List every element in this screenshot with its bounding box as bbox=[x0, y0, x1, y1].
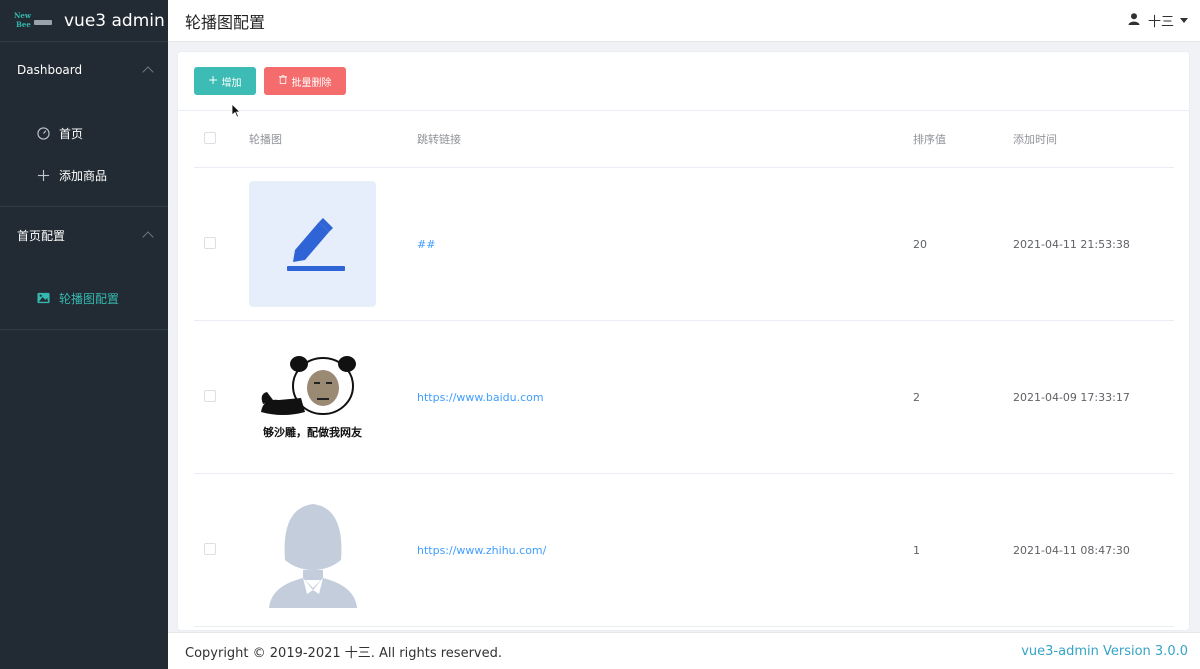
toolbar: 增加 批量删除 bbox=[178, 52, 1189, 111]
meme-caption: 够沙雕，配做我网友 bbox=[263, 426, 362, 439]
avatar-placeholder-image bbox=[249, 487, 376, 613]
edit-pen-icon bbox=[249, 181, 376, 307]
mouse-cursor-icon bbox=[231, 103, 242, 122]
chevron-up-icon bbox=[142, 66, 154, 78]
menu-group-head-dashboard[interactable]: Dashboard bbox=[0, 42, 168, 98]
sidebar: New Bee vue3 admin Dashboard 首页 添加商品 首页配… bbox=[0, 0, 168, 669]
sort-value: 20 bbox=[913, 237, 927, 251]
caret-down-icon bbox=[1180, 18, 1188, 23]
menu-group-home-config: 首页配置 轮播图配置 bbox=[0, 207, 168, 330]
sidebar-item-label: 添加商品 bbox=[59, 168, 108, 183]
column-header: 添加时间 bbox=[1013, 133, 1057, 146]
sidebar-item-carousel-config[interactable]: 轮播图配置 bbox=[0, 277, 168, 319]
user-icon bbox=[1128, 12, 1140, 29]
add-time: 2021-04-11 08:47:30 bbox=[1013, 543, 1130, 557]
newbee-logo-icon: New Bee bbox=[14, 11, 54, 30]
batch-delete-button[interactable]: 批量删除 bbox=[264, 67, 346, 95]
menu-group-head-home-config[interactable]: 首页配置 bbox=[0, 207, 168, 263]
sort-value: 2 bbox=[913, 390, 920, 404]
row-checkbox[interactable] bbox=[204, 542, 216, 555]
table-row: https://www.zhihu.com/ 1 2021-04-11 08:4… bbox=[194, 474, 1174, 627]
jump-link[interactable]: https://www.baidu.com bbox=[417, 391, 544, 404]
plus-icon bbox=[37, 169, 50, 182]
footer: Copyright © 2019-2021 十三. All rights res… bbox=[168, 632, 1200, 669]
version-text: vue3-admin Version 3.0.0 bbox=[1021, 643, 1188, 659]
dashboard-icon bbox=[37, 126, 50, 140]
copyright-text: Copyright © 2019-2021 十三. All rights res… bbox=[185, 645, 502, 661]
carousel-table: 轮播图 跳转链接 排序值 添加时间 ## 20 2021-04-11 21:53… bbox=[194, 111, 1174, 627]
column-header: 跳转链接 bbox=[417, 133, 461, 146]
sidebar-item-home[interactable]: 首页 bbox=[0, 112, 168, 154]
page-title: 轮播图配置 bbox=[185, 12, 266, 32]
sidebar-item-add-goods[interactable]: 添加商品 bbox=[0, 154, 168, 196]
user-name: 十三 bbox=[1147, 15, 1174, 30]
user-menu[interactable]: 十三 bbox=[1128, 11, 1188, 30]
table-row: ## 20 2021-04-11 21:53:38 bbox=[194, 168, 1174, 321]
table-row: 够沙雕，配做我网友 https://www.baidu.com 2 2021-0… bbox=[194, 321, 1174, 474]
row-checkbox[interactable] bbox=[204, 389, 216, 402]
jump-link[interactable]: ## bbox=[417, 238, 435, 251]
table-header: 轮播图 跳转链接 排序值 添加时间 bbox=[194, 111, 1174, 168]
column-header: 排序值 bbox=[913, 133, 946, 146]
menu-group-dashboard: Dashboard 首页 添加商品 bbox=[0, 42, 168, 207]
app-title: vue3 admin bbox=[64, 10, 165, 31]
add-time: 2021-04-11 21:53:38 bbox=[1013, 237, 1130, 251]
carousel-card: 增加 批量删除 轮播图 跳转链接 排序值 添加时间 ## 20 2021-04-… bbox=[177, 51, 1190, 631]
add-time: 2021-04-09 17:33:17 bbox=[1013, 390, 1130, 404]
trash-icon bbox=[278, 75, 287, 87]
select-all-checkbox[interactable] bbox=[204, 131, 216, 144]
jump-link[interactable]: https://www.zhihu.com/ bbox=[417, 544, 546, 557]
sidebar-item-label: 轮播图配置 bbox=[59, 291, 120, 306]
plus-icon bbox=[208, 75, 217, 87]
picture-icon bbox=[37, 292, 50, 305]
sidebar-item-label: 首页 bbox=[59, 126, 84, 141]
column-header: 轮播图 bbox=[249, 133, 282, 146]
sort-value: 1 bbox=[913, 543, 920, 557]
chevron-up-icon bbox=[142, 231, 154, 243]
add-button[interactable]: 增加 bbox=[194, 67, 256, 95]
row-checkbox[interactable] bbox=[204, 236, 216, 249]
top-header: 轮播图配置 十三 bbox=[168, 0, 1200, 42]
app-logo[interactable]: New Bee vue3 admin bbox=[0, 0, 168, 42]
panda-meme-image: 够沙雕，配做我网友 bbox=[249, 334, 376, 460]
